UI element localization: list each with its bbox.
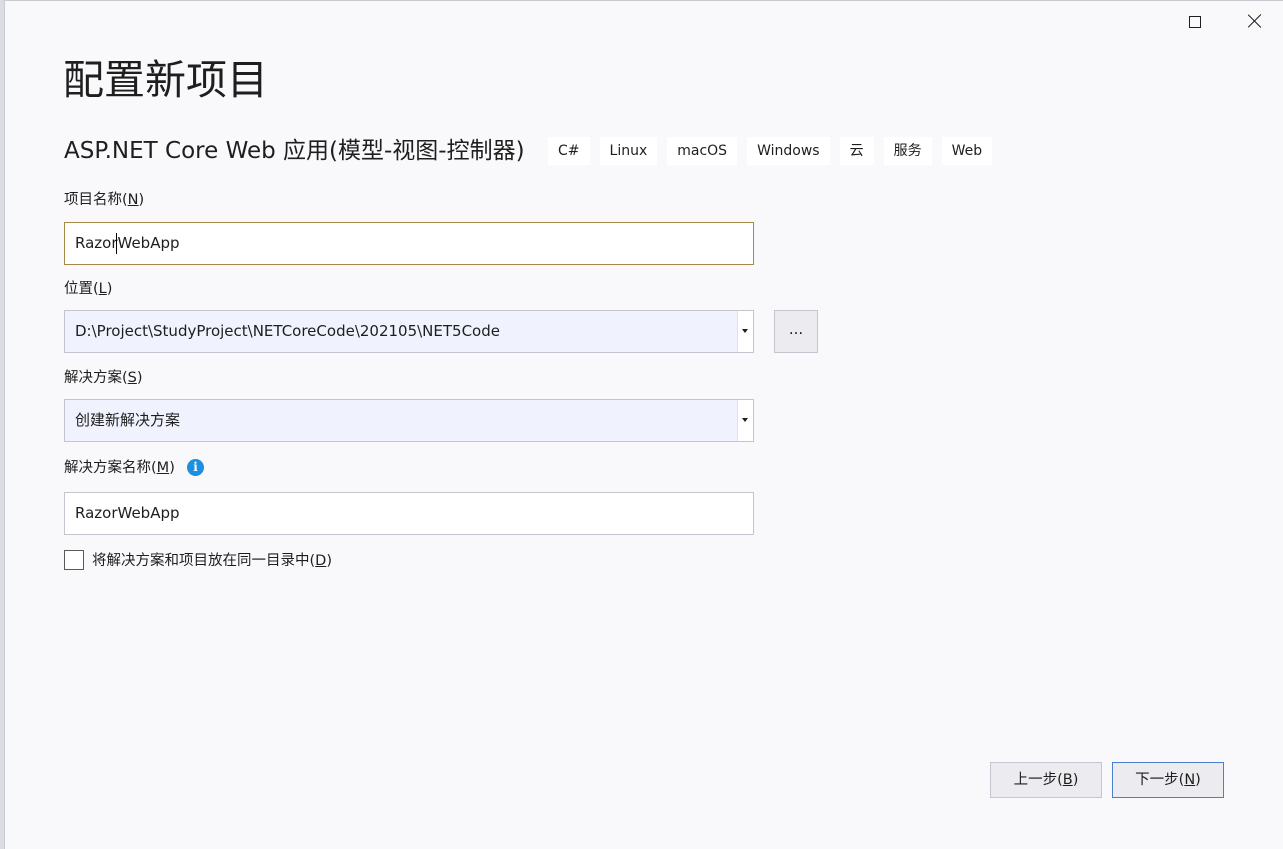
page-title: 配置新项目 [63, 56, 268, 104]
chevron-down-icon[interactable] [737, 311, 753, 352]
solution-name-label: 解决方案名称(M) [64, 460, 175, 476]
window-top-border [0, 0, 1283, 1]
maximize-icon[interactable] [1181, 8, 1209, 36]
location-combobox[interactable]: D:\Project\StudyProject\NETCoreCode\2021… [64, 310, 754, 353]
location-label: 位置(L) [64, 281, 113, 297]
tag-web: Web [941, 137, 993, 165]
tag-macos: macOS [667, 137, 738, 165]
tag-cloud: 云 [839, 137, 874, 165]
solution-name-input[interactable]: RazorWebApp [64, 492, 754, 535]
info-icon[interactable]: i [187, 459, 204, 476]
browse-button[interactable]: ... [774, 310, 818, 353]
solution-combobox[interactable]: 创建新解决方案 [64, 399, 754, 442]
tag-service: 服务 [883, 137, 932, 165]
tag-csharp: C# [548, 137, 590, 165]
next-button[interactable]: 下一步(N) [1112, 762, 1224, 798]
back-button[interactable]: 上一步(B) [990, 762, 1102, 798]
chevron-down-icon[interactable] [737, 400, 753, 441]
solution-value: 创建新解决方案 [75, 411, 181, 429]
solution-label: 解决方案(S) [64, 370, 143, 386]
project-name-value: RazorWebApp [75, 234, 180, 252]
project-name-label: 项目名称(N) [64, 192, 145, 208]
tag-windows: Windows [747, 137, 830, 165]
template-tags: C# Linux macOS Windows 云 服务 Web [548, 137, 993, 165]
background-window-edge [0, 0, 5, 849]
solution-name-value: RazorWebApp [75, 504, 180, 522]
project-name-input[interactable]: RazorWebApp [64, 222, 754, 265]
location-value: D:\Project\StudyProject\NETCoreCode\2021… [75, 322, 500, 340]
same-directory-label[interactable]: 将解决方案和项目放在同一目录中(D) [92, 550, 332, 572]
close-icon[interactable] [1241, 8, 1269, 36]
text-caret [116, 233, 117, 254]
template-name: ASP.NET Core Web 应用(模型-视图-控制器) [64, 138, 525, 164]
tag-linux: Linux [599, 137, 658, 165]
same-directory-checkbox[interactable] [64, 550, 84, 570]
